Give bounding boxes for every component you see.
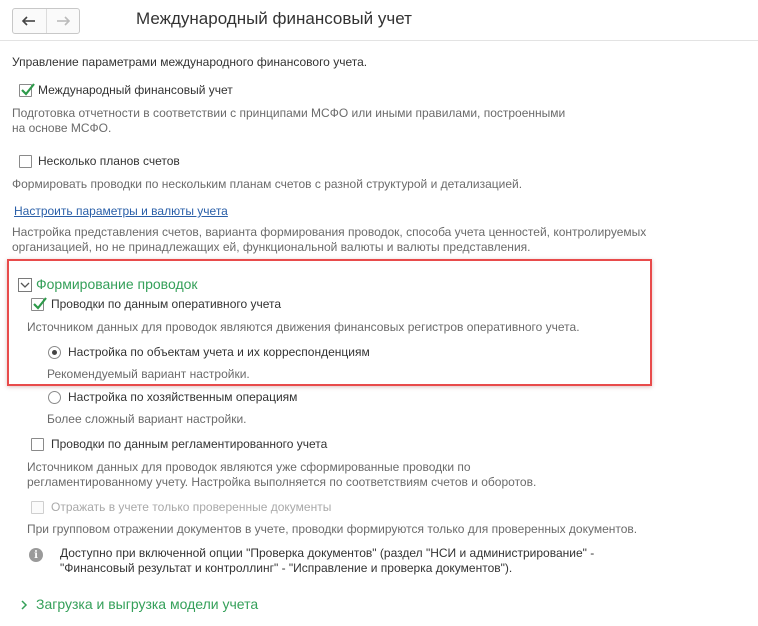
multiple-charts-label[interactable]: Несколько планов счетов [38,154,180,168]
operational-postings-label[interactable]: Проводки по данным оперативного учета [51,297,281,311]
info-icon: i [29,548,43,562]
model-group-title[interactable]: Загрузка и выгрузка модели учета [36,596,258,612]
verified-only-label: Отражать в учете только проверенные доку… [51,500,332,514]
ifrs-description-line1: Подготовка отчетности в соответствии с п… [12,106,566,120]
operational-postings-description: Источником данных для проводок являются … [27,320,580,334]
chevron-right-icon[interactable] [18,599,30,611]
setting-by-accounts-description: Рекомендуемый вариант настройки. [47,367,250,381]
settings-description-line2: организацией, но не принадлежащих ей, фу… [12,240,531,254]
regulated-postings-checkbox[interactable] [31,438,44,451]
arrow-right-icon [56,16,70,26]
ifrs-label[interactable]: Международный финансовый учет [38,83,233,97]
info-note-line1: Доступно при включенной опции "Проверка … [60,546,595,560]
checkmark-icon [21,83,35,96]
regulated-postings-label[interactable]: Проводки по данным регламентированного у… [51,437,327,451]
multiple-charts-checkbox[interactable] [19,155,32,168]
intro-text: Управление параметрами международного фи… [12,55,368,69]
info-note-line2: "Финансовый результат и контроллинг" - "… [60,561,513,575]
regulated-postings-description-line1: Источником данных для проводок являются … [27,460,471,474]
operational-postings-checkbox[interactable] [31,297,47,311]
verified-only-checkbox [31,501,44,514]
ifrs-description-line2: на основе МСФО. [12,121,112,135]
setting-by-accounts-radio[interactable] [48,346,61,359]
verified-only-description: При групповом отражении документов в уче… [27,522,638,536]
settings-description-line1: Настройка представления счетов, варианта… [12,225,647,239]
posting-group-title[interactable]: Формирование проводок [36,276,198,292]
multiple-charts-description: Формировать проводки по нескольким плана… [12,177,523,191]
page-title: Международный финансовый учет [136,9,412,28]
navigation-buttons [12,8,80,34]
forward-button[interactable] [45,9,80,33]
radio-selected-dot [52,350,57,355]
configure-parameters-link[interactable]: Настроить параметры и валюты учета [14,204,228,218]
header-divider [0,40,758,41]
posting-group-toggle[interactable] [18,278,32,292]
chevron-down-icon [20,282,30,288]
setting-by-operations-radio[interactable] [48,391,61,404]
regulated-postings-description-line2: регламентированному учету. Настройка вып… [27,475,537,489]
setting-by-operations-label[interactable]: Настройка по хозяйственным операциям [68,390,297,404]
setting-by-accounts-label[interactable]: Настройка по объектам учета и их корресп… [68,345,370,359]
setting-by-operations-description: Более сложный вариант настройки. [47,412,247,426]
arrow-left-icon [22,16,36,26]
checkmark-icon [33,297,47,310]
back-button[interactable] [13,9,46,33]
ifrs-checkbox[interactable] [19,83,35,97]
